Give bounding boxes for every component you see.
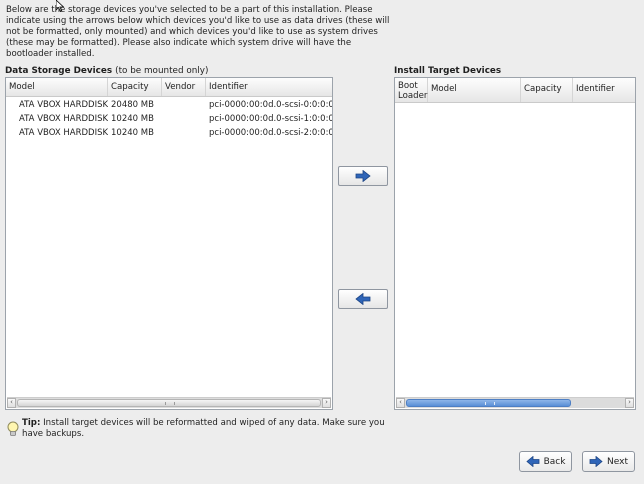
back-button[interactable]: Back [519,451,572,472]
tip-text: Install target devices will be reformatt… [22,418,385,439]
row-identifier: pci-0000:00:0d.0-scsi-0:0:0:0 [209,100,332,110]
horizontal-scrollbar[interactable]: ‹ › [396,397,634,408]
column-header-vendor[interactable]: Vendor [162,78,206,96]
table-row[interactable]: ATA VBOX HARDDISK 20480 MB pci-0000:00:0… [6,97,332,111]
scroll-left-icon[interactable]: ‹ [7,398,16,408]
horizontal-scrollbar[interactable]: ‹ › [7,397,331,408]
data-storage-table[interactable]: Model Capacity Vendor Identifier ATA VBO… [5,77,333,410]
column-header-identifier[interactable]: Identifier [573,78,635,102]
next-button[interactable]: Next [582,451,635,472]
tip-message: Tip: Install target devices will be refo… [6,418,396,440]
scrollbar-thumb[interactable] [17,399,321,407]
arrow-right-icon [355,170,371,182]
tip-label: Tip: [22,418,41,428]
column-header-boot-loader[interactable]: Boot Loader [395,78,428,102]
row-vendor [162,125,206,139]
arrow-right-icon [589,456,603,467]
arrow-left-icon [525,456,539,467]
scroll-right-icon[interactable]: › [322,398,331,408]
row-identifier: pci-0000:00:0d.0-scsi-1:0:0:0 [209,114,332,124]
scroll-right-icon[interactable]: › [625,398,634,408]
lightbulb-icon [7,421,19,436]
back-button-label: Back [543,456,566,467]
column-header-capacity[interactable]: Capacity [108,78,162,96]
install-target-table-header: Boot Loader Model Capacity Identifier [395,78,635,103]
row-capacity: 10240 MB [111,114,154,124]
row-vendor [162,111,206,125]
install-target-table[interactable]: Boot Loader Model Capacity Identifier ‹ … [394,77,636,410]
column-header-identifier[interactable]: Identifier [206,78,332,96]
scrollbar-thumb[interactable] [406,399,571,407]
table-row[interactable]: ATA VBOX HARDDISK 10240 MB pci-0000:00:0… [6,111,332,125]
scroll-left-icon[interactable]: ‹ [396,398,405,408]
data-storage-title: Data Storage Devices (to be mounted only… [5,66,208,76]
add-to-install-target-button[interactable] [338,166,388,186]
row-capacity: 20480 MB [111,100,154,110]
column-header-capacity[interactable]: Capacity [521,78,573,102]
intro-text: Below are the storage devices you've sel… [6,5,390,59]
column-header-model[interactable]: Model [428,78,521,102]
next-button-label: Next [607,456,628,467]
column-header-model[interactable]: Model [6,78,108,96]
row-capacity: 10240 MB [111,128,154,138]
row-model: ATA VBOX HARDDISK [19,128,108,138]
data-storage-table-header: Model Capacity Vendor Identifier [6,78,332,97]
row-identifier: pci-0000:00:0d.0-scsi-2:0:0:0 [209,128,332,138]
row-vendor [162,97,206,111]
data-storage-title-text: Data Storage Devices [5,66,113,76]
row-model: ATA VBOX HARDDISK [19,114,108,124]
row-model: ATA VBOX HARDDISK [19,100,108,110]
install-target-title: Install Target Devices [394,66,502,76]
data-storage-subtitle: (to be mounted only) [115,66,209,76]
arrow-left-icon [355,293,371,305]
table-row[interactable]: ATA VBOX HARDDISK 10240 MB pci-0000:00:0… [6,125,332,139]
remove-from-install-target-button[interactable] [338,289,388,309]
